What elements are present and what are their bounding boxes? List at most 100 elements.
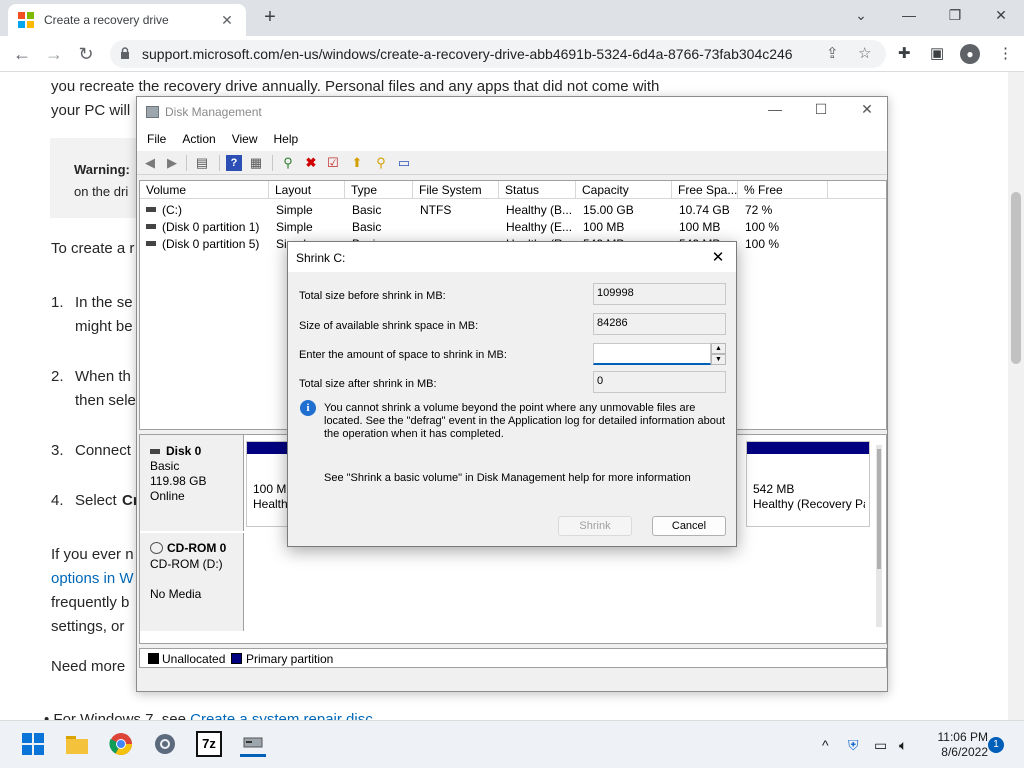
- menu-file[interactable]: File: [147, 132, 166, 146]
- volume-icon: [146, 241, 156, 246]
- partition-bar: [247, 442, 291, 454]
- dm-minimize-button[interactable]: —: [755, 101, 795, 117]
- toolbar-separator: [186, 155, 187, 171]
- new-tab-button[interactable]: +: [258, 6, 282, 30]
- partition-1[interactable]: 100 MB Healthy: [246, 441, 294, 527]
- disk-management-icon: [146, 106, 159, 118]
- column-percent-free[interactable]: % Free: [738, 181, 828, 199]
- spin-down-icon[interactable]: ▼: [711, 354, 726, 365]
- network-icon[interactable]: ▭: [874, 737, 887, 754]
- profile-icon[interactable]: ●: [960, 44, 980, 64]
- extensions-icon[interactable]: ✚: [898, 44, 911, 62]
- step-number: 2.: [51, 368, 64, 385]
- windows-start-icon[interactable]: [20, 731, 46, 757]
- shrink-button[interactable]: Shrink: [558, 516, 632, 536]
- delete-icon[interactable]: ✖: [303, 155, 319, 171]
- page-scrollbar[interactable]: [1008, 72, 1024, 720]
- graph-scrollbar-thumb[interactable]: [877, 449, 881, 569]
- tab-close-icon[interactable]: ✕: [218, 12, 236, 29]
- bullet-text: • For Windows 7, see Create a system rep…: [44, 711, 373, 720]
- browser-tab[interactable]: Create a recovery drive ✕: [8, 4, 246, 36]
- shrink-amount-input[interactable]: [593, 343, 711, 365]
- legend-unallocated: Unallocated: [162, 652, 226, 666]
- forward-icon[interactable]: ▶: [164, 155, 180, 171]
- cell-percent-free: 72 %: [745, 203, 773, 217]
- disk-name: Disk 0: [166, 444, 202, 458]
- chrome-icon[interactable]: [108, 731, 134, 757]
- system-repair-link[interactable]: Create a system repair disc: [190, 711, 373, 720]
- dm-maximize-button[interactable]: ☐: [801, 101, 841, 118]
- cdrom-header[interactable]: CD-ROM 0 CD-ROM (D:) No Media: [140, 533, 244, 631]
- omnibox[interactable]: support.microsoft.com/en-us/windows/crea…: [110, 40, 886, 68]
- share-icon[interactable]: ⇪: [826, 44, 839, 62]
- security-shield-icon[interactable]: ⛨: [848, 737, 859, 754]
- column-type[interactable]: Type: [345, 181, 413, 199]
- column-layout[interactable]: Layout: [269, 181, 345, 199]
- address-toolbar: ← → ↻ support.microsoft.com/en-us/window…: [0, 36, 1024, 72]
- graph-scrollbar[interactable]: [876, 445, 882, 627]
- close-window-button[interactable]: ✕: [978, 0, 1024, 32]
- file-explorer-icon[interactable]: [64, 731, 90, 757]
- restore-button[interactable]: ❐: [932, 0, 978, 32]
- help-icon[interactable]: ?: [226, 155, 242, 171]
- back-icon[interactable]: ◀: [142, 155, 158, 171]
- clock[interactable]: 11:06 PM 8/6/2022: [926, 730, 988, 760]
- back-arrow-icon[interactable]: ←: [8, 42, 36, 66]
- star-icon[interactable]: ☆: [858, 44, 871, 62]
- scrollbar-thumb[interactable]: [1011, 192, 1021, 364]
- sidebar-icon[interactable]: ▣: [930, 44, 944, 62]
- disk0-header[interactable]: Disk 0 Basic 119.98 GB Online: [140, 435, 244, 531]
- toolbar-separator: [219, 155, 220, 171]
- console-tree-icon[interactable]: ▤: [194, 155, 210, 171]
- cancel-button[interactable]: Cancel: [652, 516, 726, 536]
- shrink-dialog-titlebar[interactable]: Shrink C: ✕: [288, 242, 736, 272]
- tab-title: Create a recovery drive: [44, 13, 169, 27]
- legend-swatch-unallocated: [148, 653, 159, 664]
- column-volume[interactable]: Volume: [140, 181, 269, 199]
- disk-management-titlebar[interactable]: Disk Management — ☐ ✕: [137, 97, 887, 127]
- disk-size: 119.98 GB: [150, 474, 207, 488]
- column-capacity[interactable]: Capacity: [576, 181, 672, 199]
- spin-up-icon[interactable]: ▲: [711, 343, 726, 354]
- legend: Unallocated Primary partition: [139, 648, 887, 668]
- paragraph-link[interactable]: options in W: [51, 570, 134, 587]
- info-message: You cannot shrink a volume beyond the po…: [324, 402, 726, 440]
- total-before-label: Total size before shrink in MB:: [299, 290, 446, 302]
- tray-chevron-icon[interactable]: ^: [822, 737, 829, 753]
- partition-5[interactable]: 542 MB Healthy (Recovery Pa: [746, 441, 870, 527]
- window-title: Disk Management: [165, 105, 262, 119]
- step-text: Select: [75, 492, 117, 509]
- volume-icon[interactable]: 🔈︎: [899, 737, 907, 754]
- taskbar: 7z ^ ⛨ ▭ 🔈︎ 11:06 PM 8/6/2022 1: [0, 720, 1024, 768]
- settings-list-icon[interactable]: ▭: [396, 155, 412, 171]
- folder-up-icon[interactable]: ⬆: [349, 155, 365, 171]
- dm-close-button[interactable]: ✕: [847, 101, 887, 118]
- menu-view[interactable]: View: [232, 132, 258, 146]
- url-text[interactable]: support.microsoft.com/en-us/windows/crea…: [142, 46, 793, 62]
- tab-search-icon[interactable]: ⌄: [838, 0, 884, 32]
- reload-icon[interactable]: ↻: [72, 42, 100, 66]
- connect-disk-icon[interactable]: ⚲: [280, 155, 296, 171]
- settings-gear-icon[interactable]: [152, 731, 178, 757]
- search-folder-icon[interactable]: ⚲: [373, 155, 389, 171]
- microsoft-logo-icon: [18, 12, 34, 28]
- 7zip-icon[interactable]: 7z: [196, 731, 222, 757]
- column-status[interactable]: Status: [499, 181, 576, 199]
- partition-bar: [747, 442, 869, 454]
- clock-date: 8/6/2022: [941, 745, 988, 759]
- column-free-space[interactable]: Free Spa...: [672, 181, 738, 199]
- notification-badge[interactable]: 1: [988, 737, 1004, 753]
- menu-icon[interactable]: ⋮: [998, 44, 1013, 62]
- cell-volume: (C:): [162, 203, 182, 217]
- dialog-close-icon[interactable]: ✕: [708, 248, 728, 266]
- menu-action[interactable]: Action: [182, 132, 215, 146]
- forward-arrow-icon[interactable]: →: [40, 42, 68, 66]
- menu-help[interactable]: Help: [274, 132, 299, 146]
- checklist-icon[interactable]: ☑: [325, 155, 341, 171]
- warning-text: on the dri: [74, 184, 129, 199]
- minimize-button[interactable]: —: [886, 0, 932, 32]
- volume-list-header: Volume Layout Type File System Status Ca…: [140, 181, 886, 199]
- column-file-system[interactable]: File System: [413, 181, 499, 199]
- disk-management-taskbar-icon[interactable]: [240, 731, 266, 757]
- properties-icon[interactable]: ▦: [248, 155, 264, 171]
